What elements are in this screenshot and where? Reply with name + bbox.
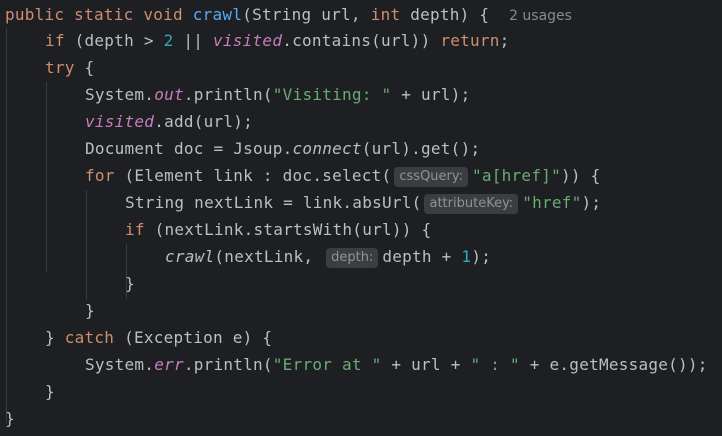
code-text: || (173, 31, 214, 50)
code-text: )) { (560, 166, 601, 185)
keyword: catch (64, 328, 115, 347)
keyword: public static void (5, 5, 183, 24)
string-literal: " : " (470, 355, 520, 374)
static-field: visited (85, 112, 155, 131)
code-text: (String url, (242, 5, 371, 24)
string-literal: "a[href]" (472, 166, 561, 185)
indent-guide (6, 28, 7, 423)
code-text: .add(url); (154, 112, 254, 131)
code-text: } (45, 328, 65, 347)
code-line-14[interactable]: System.err.println("Error at " + url + "… (85, 351, 708, 378)
code-text: (depth > (64, 31, 164, 50)
code-text: ; (499, 31, 510, 50)
code-text: Document doc = Jsoup. (85, 139, 293, 158)
code-line-2[interactable]: if (depth > 2 || visited.contains(url)) … (45, 27, 510, 54)
code-line-13[interactable]: } catch (Exception e) { (45, 324, 272, 351)
method-name[interactable]: crawl (193, 5, 242, 24)
keyword: int (370, 5, 401, 24)
code-text: String nextLink = link.absUrl( (125, 193, 422, 212)
code-text: .println( (183, 85, 273, 104)
code-line-11[interactable]: } (125, 270, 135, 297)
keyword: try (45, 58, 75, 77)
code-text: (nextLink, (214, 247, 324, 266)
parameter-hint: cssQuery: (394, 167, 469, 187)
number-literal: 2 (163, 31, 174, 50)
string-literal: "href" (522, 193, 582, 212)
keyword: if (45, 31, 65, 50)
code-text: (nextLink.startsWith(url)) { (144, 220, 432, 239)
code-text: } (45, 382, 55, 401)
code-line-1[interactable]: public static void crawl(String url, int… (5, 1, 572, 28)
parameter-hint: attributeKey: (424, 194, 519, 214)
keyword: for (85, 166, 115, 185)
code-line-16[interactable]: } (5, 405, 15, 432)
code-text: (Element link : doc.select( (114, 166, 392, 185)
usages-hint[interactable]: 2 usages (509, 8, 572, 24)
code-text: + url + (381, 355, 471, 374)
code-line-9[interactable]: if (nextLink.startsWith(url)) { (125, 216, 431, 243)
code-text: System. (85, 85, 155, 104)
code-text: ); (581, 193, 602, 212)
code-text: System. (85, 355, 155, 374)
code-text: .contains(url)) (282, 31, 441, 50)
keyword: return (440, 31, 500, 50)
keyword: if (125, 220, 145, 239)
code-text: (url).get(); (361, 139, 481, 158)
static-method-call: crawl (165, 247, 215, 266)
number-literal: 1 (461, 247, 472, 266)
code-line-10[interactable]: crawl(nextLink, depth: depth + 1); (165, 243, 491, 270)
static-method-call: connect (292, 139, 362, 158)
code-text: } (125, 274, 135, 293)
code-line-6[interactable]: Document doc = Jsoup.connect(url).get(); (85, 135, 480, 162)
code-text: .println( (183, 355, 273, 374)
indent-guide (46, 82, 47, 272)
code-line-7[interactable]: for (Element link : doc.select(cssQuery:… (85, 162, 601, 189)
code-text: depth) { (400, 5, 490, 24)
parameter-hint: depth: (326, 248, 379, 268)
code-editor[interactable]: public static void crawl(String url, int… (0, 0, 722, 436)
code-text: + e.getMessage()); (519, 355, 708, 374)
string-literal: "Visiting: " (272, 85, 392, 104)
static-field: out (154, 85, 184, 104)
static-field: visited (213, 31, 283, 50)
indent-guide (86, 190, 87, 300)
code-text: ); (471, 247, 492, 266)
code-line-4[interactable]: System.out.println("Visiting: " + url); (85, 81, 470, 108)
static-field: err (154, 355, 184, 374)
code-text: { (74, 58, 95, 77)
code-line-3[interactable]: try { (45, 54, 94, 81)
code-line-5[interactable]: visited.add(url); (85, 108, 253, 135)
code-text: } (85, 301, 95, 320)
code-line-8[interactable]: String nextLink = link.absUrl(attributeK… (125, 189, 601, 216)
code-text: depth + (382, 247, 462, 266)
code-text: (Exception e) { (114, 328, 273, 347)
code-line-15[interactable]: } (45, 378, 55, 405)
code-line-12[interactable]: } (85, 297, 95, 324)
code-text: + url); (391, 85, 471, 104)
code-text: } (5, 409, 15, 428)
string-literal: "Error at " (272, 355, 382, 374)
